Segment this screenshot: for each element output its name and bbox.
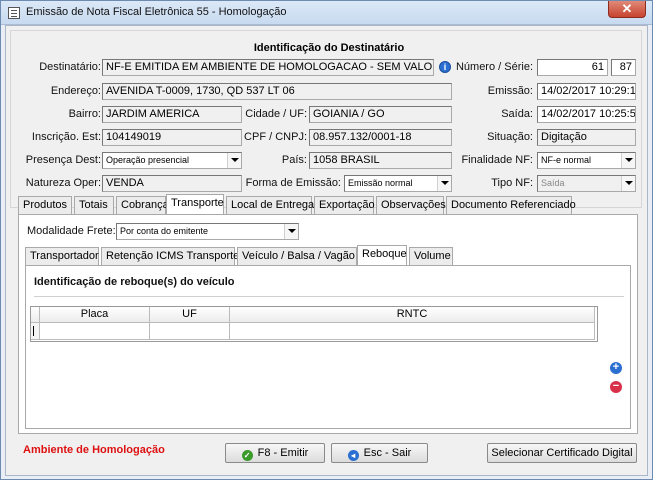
presenca-value: Operação presencial	[106, 155, 190, 165]
column-header-rntc[interactable]: RNTC	[230, 307, 595, 323]
tab-produtos[interactable]: Produtos	[18, 196, 72, 214]
main-tabs: Produtos Totais Cobrança Transporte Loca…	[18, 194, 638, 215]
tab-transporte[interactable]: Transporte	[166, 194, 224, 215]
minus-icon: −	[612, 380, 620, 392]
chevron-down-icon[interactable]	[227, 153, 241, 168]
row-indicator[interactable]	[31, 323, 40, 340]
close-button[interactable]: ✕	[608, 1, 646, 18]
tab-totais[interactable]: Totais	[74, 196, 114, 214]
chevron-down-icon[interactable]	[621, 176, 635, 191]
tab-transportador[interactable]: Transportador	[25, 247, 99, 265]
divider	[34, 296, 624, 297]
bairro-field[interactable]: JARDIM AMERICA	[102, 106, 242, 123]
pais-field[interactable]: 1058 BRASIL	[309, 152, 452, 169]
tab-observacoes[interactable]: Observações	[376, 196, 446, 214]
chevron-down-icon[interactable]	[621, 153, 635, 168]
tipo-nf-value: Saída	[541, 178, 565, 188]
transporte-sub-tabs: Transportador Retenção ICMS Transporte V…	[25, 245, 625, 266]
reboque-grid[interactable]: Placa UF RNTC	[30, 306, 598, 342]
presenca-label: Presença Dest:	[25, 154, 101, 166]
modalidade-label: Modalidade Frete:	[27, 225, 116, 237]
column-header-uf[interactable]: UF	[150, 307, 230, 323]
cpf-cnpj-label: CPF / CNPJ:	[244, 131, 307, 143]
add-reboque-button[interactable]: +	[610, 362, 622, 374]
finalidade-label: Finalidade NF:	[461, 154, 533, 166]
tab-local-entrega[interactable]: Local de Entrega	[226, 196, 314, 214]
destinatario-label: Destinatário:	[39, 61, 101, 73]
window-title: Emissão de Nota Fiscal Eletrônica 55 - H…	[26, 6, 287, 18]
natureza-label: Natureza Oper:	[25, 177, 101, 189]
inscricao-field[interactable]: 104149019	[102, 129, 242, 146]
exit-button-label: Esc - Sair	[363, 447, 412, 459]
exit-icon: ◂	[347, 450, 359, 461]
tipo-nf-label: Tipo NF:	[491, 177, 533, 189]
saida-label: Saída:	[501, 108, 533, 120]
emit-button-label: F8 - Emitir	[257, 447, 309, 459]
endereco-label: Endereço:	[50, 85, 101, 97]
app-window: Emissão de Nota Fiscal Eletrônica 55 - H…	[0, 0, 653, 480]
cidade-uf-field[interactable]: GOIANIA / GO	[309, 106, 452, 123]
tab-exportacao[interactable]: Exportação	[314, 196, 375, 214]
plus-icon: +	[612, 361, 620, 373]
saida-field[interactable]: 14/02/2017 10:25:53	[537, 106, 636, 123]
bairro-label: Bairro:	[68, 108, 101, 120]
environment-label: Ambiente de Homologação	[23, 444, 165, 456]
numero-field[interactable]: 61	[537, 59, 608, 76]
endereco-field[interactable]: AVENIDA T-0009, 1730, QD 537 LT 06	[102, 83, 452, 100]
emissao-label: Emissão:	[487, 85, 533, 97]
emit-button[interactable]: ✓ F8 - Emitir	[225, 443, 325, 463]
situacao-field[interactable]: Digitação	[537, 129, 636, 146]
chevron-down-icon[interactable]	[284, 224, 298, 239]
reboque-title: Identificação de reboque(s) do veículo	[34, 276, 235, 288]
column-header-placa[interactable]: Placa	[40, 307, 150, 323]
transporte-panel: Modalidade Frete: Por conta do emitente …	[18, 214, 638, 434]
destinatario-group: Identificação do Destinatário Destinatár…	[10, 30, 642, 208]
row-cursor-icon	[33, 326, 34, 336]
exit-button[interactable]: ◂ Esc - Sair	[331, 443, 428, 463]
finalidade-value: NF-e normal	[541, 155, 592, 165]
app-icon	[8, 7, 20, 19]
situacao-label: Situação:	[487, 131, 533, 143]
finalidade-select[interactable]: NF-e normal	[537, 152, 636, 169]
natureza-field[interactable]: VENDA	[102, 175, 242, 192]
serie-field[interactable]: 87	[611, 59, 636, 76]
modalidade-select[interactable]: Por conta do emitente	[116, 223, 299, 240]
modalidade-value: Por conta do emitente	[120, 226, 209, 236]
tab-documento-referenciado[interactable]: Documento Referenciado	[446, 196, 576, 214]
chevron-down-icon[interactable]	[437, 176, 451, 191]
emissao-field[interactable]: 14/02/2017 10:29:16	[537, 83, 636, 100]
tab-reboque[interactable]: Reboque	[357, 245, 407, 266]
tab-veiculo-balsa-vagao[interactable]: Veículo / Balsa / Vagão	[237, 247, 357, 265]
tab-volume[interactable]: Volume	[409, 247, 453, 265]
pais-label: País:	[281, 154, 307, 166]
forma-emissao-value: Emissão normal	[348, 178, 413, 188]
forma-emissao-select[interactable]: Emissão normal	[344, 175, 452, 192]
cpf-cnpj-field[interactable]: 08.957.132/0001-18	[309, 129, 452, 146]
check-icon: ✓	[241, 450, 253, 461]
forma-emissao-label: Forma de Emissão:	[245, 177, 341, 189]
section-title: Identificação do Destinatário	[253, 42, 405, 54]
cidade-uf-label: Cidade / UF:	[245, 108, 307, 120]
numero-serie-label: Número / Série:	[455, 61, 533, 73]
reboque-panel: Identificação de reboque(s) do veículo P…	[25, 265, 631, 429]
grid-corner	[31, 307, 40, 323]
placa-cell[interactable]	[40, 323, 150, 340]
info-icon[interactable]: i	[439, 61, 451, 73]
select-certificate-button[interactable]: Selecionar Certificado Digital	[487, 443, 637, 463]
client-area: Identificação do Destinatário Destinatár…	[5, 25, 648, 476]
destinatario-field[interactable]: NF-E EMITIDA EM AMBIENTE DE HOMOLOGACAO …	[102, 59, 434, 76]
inscricao-label: Inscrição. Est:	[31, 131, 101, 143]
presenca-select[interactable]: Operação presencial	[102, 152, 242, 169]
remove-reboque-button[interactable]: −	[610, 381, 622, 393]
rntc-cell[interactable]	[230, 323, 595, 340]
tipo-nf-select[interactable]: Saída	[537, 175, 636, 192]
title-bar: Emissão de Nota Fiscal Eletrônica 55 - H…	[1, 1, 652, 25]
tab-retencao-icms[interactable]: Retenção ICMS Transporte	[101, 247, 239, 265]
tab-cobranca[interactable]: Cobrança	[116, 196, 169, 214]
uf-cell[interactable]	[150, 323, 230, 340]
